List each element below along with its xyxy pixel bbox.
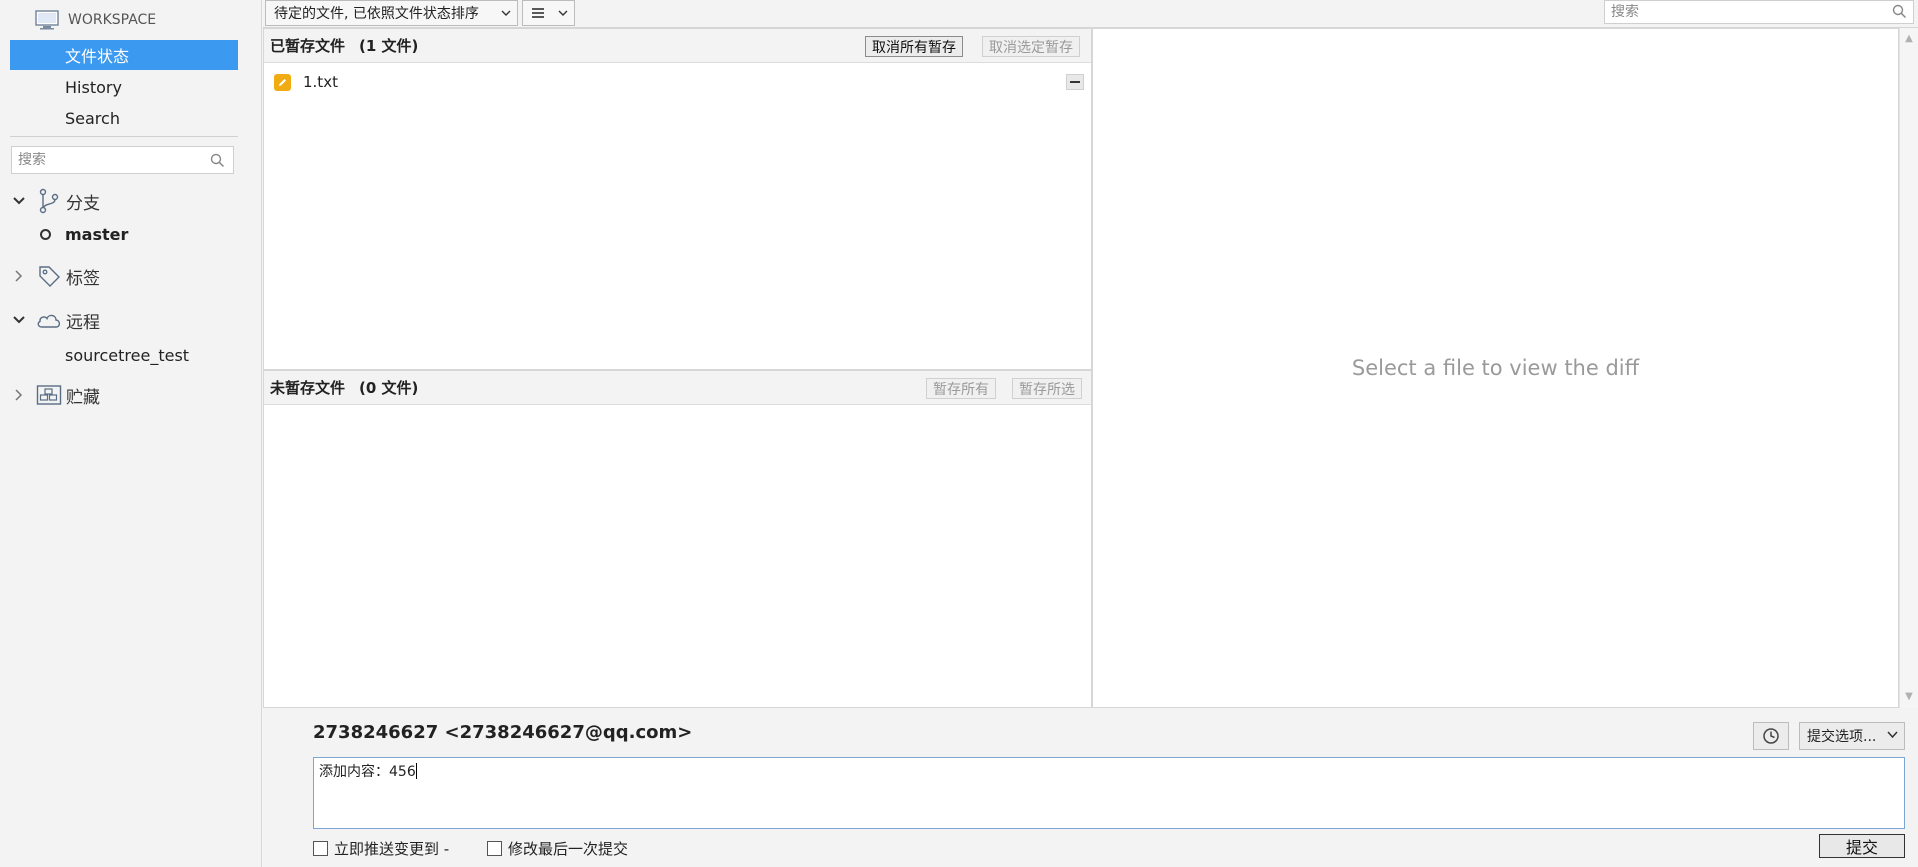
sidebar-item-label: Search bbox=[65, 108, 120, 128]
staged-files-header: 已暂存文件 (1 文件) 取消所有暂存 取消选定暂存 bbox=[264, 29, 1091, 63]
toolbar: 待定的文件, 已依照文件状态排序 bbox=[263, 0, 1918, 28]
stage-all-button[interactable]: 暂存所有 bbox=[926, 378, 996, 399]
commit-message-text: 添加内容：456 bbox=[319, 764, 416, 780]
group-label: 标签 bbox=[66, 268, 100, 289]
chevron-down-icon bbox=[558, 10, 568, 16]
unstage-all-button[interactable]: 取消所有暂存 bbox=[865, 36, 963, 57]
push-immediately-label: 立即推送变更到 - bbox=[334, 840, 450, 858]
sidebar-item-file-status[interactable]: 文件状态 bbox=[10, 40, 238, 70]
stash-icon bbox=[36, 382, 62, 408]
sourcetree-window: WORKSPACE 文件状态 History Search 搜索 分支 mast… bbox=[0, 0, 1918, 867]
branch-label: master bbox=[65, 224, 129, 244]
current-branch-icon bbox=[40, 228, 51, 240]
sidebar-item-label: 文件状态 bbox=[65, 47, 130, 66]
commit-area: 2738246627 <2738246627@qq.com> 提交选项... 添… bbox=[263, 708, 1918, 867]
commit-options-label: 提交选项... bbox=[1807, 729, 1877, 745]
workspace-header: WORKSPACE bbox=[34, 6, 156, 34]
branch-item-master[interactable]: master bbox=[40, 220, 128, 248]
diff-placeholder: Select a file to view the diff bbox=[1351, 356, 1640, 380]
text-caret bbox=[415, 763, 417, 779]
unstaged-files-count: (0 文件) bbox=[359, 379, 419, 397]
unstaged-files-panel: 未暂存文件 (0 文件) 暂存所有 暂存所选 bbox=[263, 370, 1092, 708]
group-label: 分支 bbox=[66, 193, 100, 214]
list-icon bbox=[532, 8, 544, 18]
search-icon[interactable] bbox=[1892, 4, 1907, 19]
checkbox-box[interactable] bbox=[487, 841, 502, 856]
cloud-icon bbox=[36, 307, 62, 333]
amend-last-commit-checkbox[interactable]: 修改最后一次提交 bbox=[487, 838, 628, 859]
chevron-right-icon[interactable] bbox=[10, 269, 28, 283]
sidebar-search bbox=[11, 146, 234, 174]
group-tags[interactable]: 标签 bbox=[10, 259, 238, 293]
checkbox-box[interactable] bbox=[313, 841, 328, 856]
unstage-selected-button[interactable]: 取消选定暂存 bbox=[982, 36, 1080, 57]
unstaged-files-header: 未暂存文件 (0 文件) 暂存所有 暂存所选 bbox=[264, 371, 1091, 405]
diff-panel: Select a file to view the diff bbox=[1092, 28, 1899, 708]
chevron-down-icon bbox=[501, 10, 511, 16]
staged-files-count: (1 文件) bbox=[359, 37, 419, 55]
clock-icon bbox=[1763, 728, 1779, 744]
commit-button[interactable]: 提交 bbox=[1819, 834, 1905, 858]
group-label: 贮藏 bbox=[66, 387, 100, 408]
chevron-down-icon[interactable] bbox=[10, 315, 28, 325]
sidebar-item-search[interactable]: Search bbox=[10, 103, 238, 133]
commit-author: 2738246627 <2738246627@qq.com> bbox=[313, 722, 693, 743]
group-stashes[interactable]: 贮藏 bbox=[10, 378, 238, 412]
toolbar-search bbox=[1604, 0, 1914, 24]
monitor-icon bbox=[35, 10, 59, 30]
staged-files-panel: 已暂存文件 (1 文件) 取消所有暂存 取消选定暂存 1.txt bbox=[263, 28, 1092, 370]
toolbar-search-input[interactable] bbox=[1611, 4, 1881, 20]
staged-files-title: 已暂存文件 bbox=[270, 37, 346, 55]
search-icon[interactable] bbox=[210, 153, 225, 168]
modified-file-icon bbox=[274, 73, 291, 91]
remote-label: sourcetree_test bbox=[65, 345, 190, 365]
workspace-label: WORKSPACE bbox=[68, 12, 157, 28]
chevron-right-icon[interactable] bbox=[10, 388, 28, 402]
sidebar-divider bbox=[10, 136, 238, 137]
tag-icon bbox=[36, 263, 62, 289]
unstaged-files-title: 未暂存文件 bbox=[270, 379, 346, 397]
staged-file-row[interactable]: 1.txt bbox=[274, 69, 1086, 95]
scroll-down-icon[interactable]: ▼ bbox=[1904, 692, 1914, 702]
stage-selected-button[interactable]: 暂存所选 bbox=[1012, 378, 1082, 399]
chevron-down-icon[interactable] bbox=[10, 196, 28, 206]
sidebar-item-history[interactable]: History bbox=[10, 72, 238, 102]
branch-icon bbox=[36, 188, 62, 214]
commit-history-button[interactable] bbox=[1753, 722, 1789, 750]
diff-scrollbar[interactable]: ▲ ▼ bbox=[1899, 28, 1918, 708]
sidebar-item-label: History bbox=[65, 77, 122, 97]
amend-last-commit-label: 修改最后一次提交 bbox=[508, 840, 629, 858]
file-name: 1.txt bbox=[303, 73, 338, 91]
minus-icon bbox=[1070, 81, 1080, 83]
commit-message-input[interactable]: 添加内容：456 bbox=[313, 757, 1905, 829]
file-filter-label: 待定的文件, 已依照文件状态排序 bbox=[274, 6, 479, 22]
group-branches[interactable]: 分支 bbox=[10, 184, 238, 218]
push-immediately-checkbox[interactable]: 立即推送变更到 - bbox=[313, 838, 449, 859]
unstage-file-button[interactable] bbox=[1066, 74, 1084, 90]
group-remotes[interactable]: 远程 bbox=[10, 303, 238, 337]
sidebar: WORKSPACE 文件状态 History Search 搜索 分支 mast… bbox=[0, 0, 262, 867]
commit-options-dropdown[interactable]: 提交选项... bbox=[1799, 722, 1905, 750]
view-mode-dropdown[interactable] bbox=[522, 0, 575, 26]
group-label: 远程 bbox=[66, 312, 100, 333]
file-filter-dropdown[interactable]: 待定的文件, 已依照文件状态排序 bbox=[265, 0, 518, 26]
remote-item-sourcetree-test[interactable]: sourcetree_test bbox=[65, 341, 189, 369]
sidebar-search-input[interactable] bbox=[18, 152, 208, 168]
scroll-up-icon[interactable]: ▲ bbox=[1904, 34, 1914, 44]
chevron-down-icon bbox=[1887, 731, 1898, 739]
